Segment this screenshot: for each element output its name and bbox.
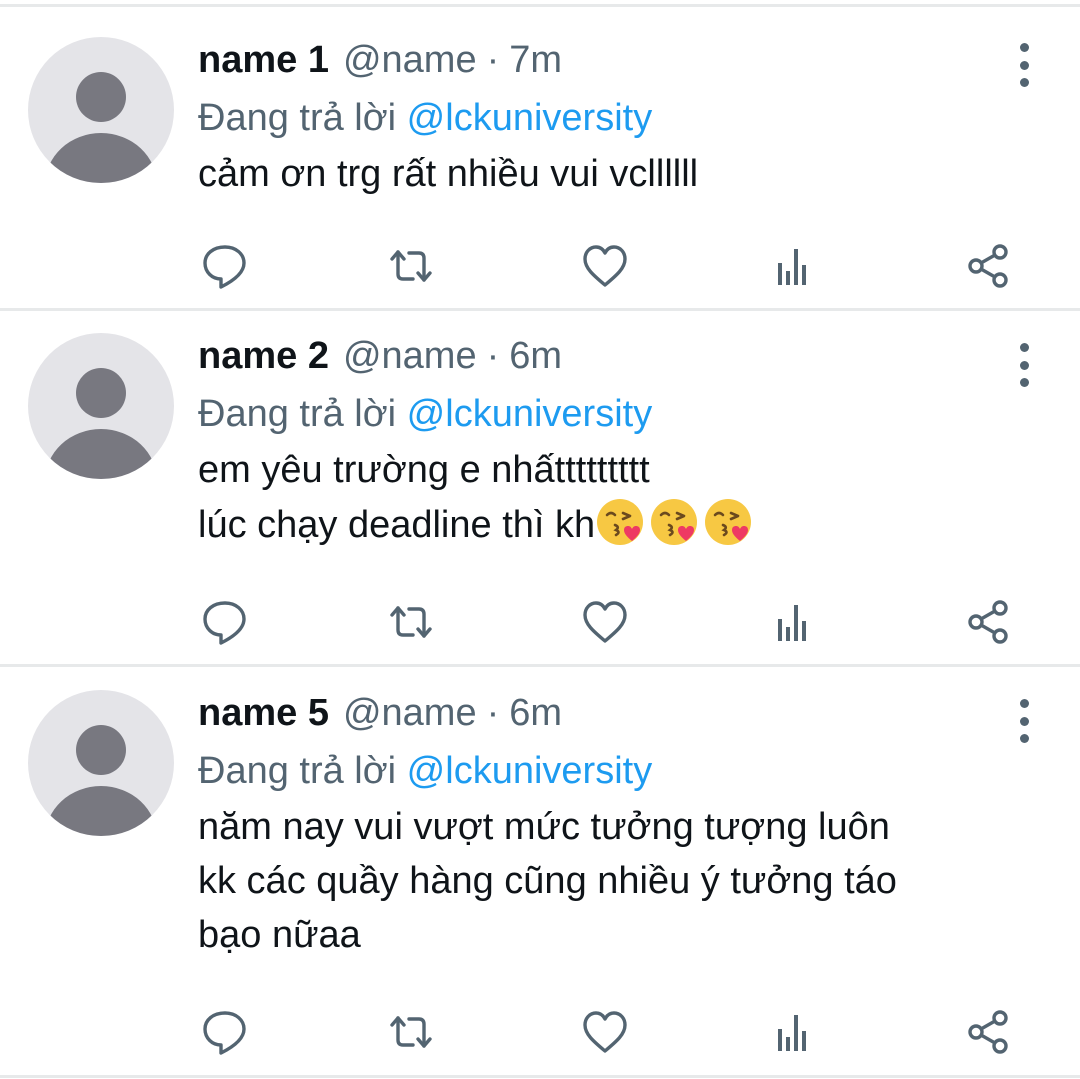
timestamp[interactable]: 6m bbox=[509, 335, 562, 378]
retweet-icon[interactable] bbox=[386, 597, 436, 647]
more-vertical-icon[interactable] bbox=[1012, 343, 1036, 387]
tweet-text-line: kk các quầy hàng cũng nhiều ý tưởng táo bbox=[198, 860, 897, 902]
avatar[interactable] bbox=[28, 37, 174, 183]
reply-tweet[interactable]: name 2 @name · 6m Đang trả lời @lckunive… bbox=[0, 311, 1080, 664]
analytics-icon[interactable] bbox=[770, 1007, 820, 1057]
replying-to: Đang trả lời @lckuniversity bbox=[198, 387, 1018, 441]
tweet-text-line: bạo nữaa bbox=[198, 914, 361, 956]
display-name[interactable]: name 5 bbox=[198, 692, 329, 735]
kiss-emoji-icon bbox=[705, 499, 752, 545]
avatar[interactable] bbox=[28, 333, 174, 479]
replying-label: Đang trả lời bbox=[198, 393, 397, 435]
action-bar bbox=[198, 597, 1028, 647]
mention-link[interactable]: @lckuniversity bbox=[407, 97, 653, 139]
mention-link[interactable]: @lckuniversity bbox=[407, 750, 653, 792]
timestamp[interactable]: 7m bbox=[509, 39, 562, 82]
retweet-icon[interactable] bbox=[386, 1007, 436, 1057]
heart-icon[interactable] bbox=[580, 241, 630, 291]
tweet-text-line: cảm ơn trg rất nhiều vui vcllllll bbox=[198, 153, 699, 195]
tweet-text: năm nay vui vượt mức tưởng tượng luôn kk… bbox=[198, 800, 1018, 962]
replying-to: Đang trả lời @lckuniversity bbox=[198, 744, 1018, 798]
replying-to: Đang trả lời @lckuniversity bbox=[198, 91, 1018, 145]
kiss-emoji-icon bbox=[651, 499, 698, 545]
timestamp[interactable]: 6m bbox=[509, 692, 562, 735]
tweet-text-line: em yêu trường e nhấttttttttt bbox=[198, 449, 650, 491]
reply-icon[interactable] bbox=[200, 597, 250, 647]
share-icon[interactable] bbox=[964, 241, 1014, 291]
tweet-text: cảm ơn trg rất nhiều vui vcllllll bbox=[198, 147, 1018, 201]
divider bbox=[0, 1075, 1080, 1078]
reply-feed: name 1 @name · 7m Đang trả lời @lckunive… bbox=[0, 0, 1080, 1079]
separator-dot: · bbox=[486, 39, 500, 81]
tweet-text-line: lúc chạy deadline thì kh bbox=[198, 497, 1018, 552]
reply-tweet[interactable]: name 5 @name · 6m Đang trả lời @lckunive… bbox=[0, 667, 1080, 1075]
tweet-header: name 1 @name · 7m bbox=[198, 39, 1018, 91]
reply-tweet[interactable]: name 1 @name · 7m Đang trả lời @lckunive… bbox=[0, 7, 1080, 308]
tweet-text-line: năm nay vui vượt mức tưởng tượng luôn bbox=[198, 806, 890, 848]
tweet-text: em yêu trường e nhấttttttttt lúc chạy de… bbox=[198, 443, 1018, 552]
display-name[interactable]: name 1 bbox=[198, 39, 329, 82]
avatar[interactable] bbox=[28, 690, 174, 836]
reply-icon[interactable] bbox=[200, 1007, 250, 1057]
user-handle[interactable]: @name bbox=[343, 335, 477, 378]
more-vertical-icon[interactable] bbox=[1012, 699, 1036, 743]
tweet-header: name 5 @name · 6m bbox=[198, 692, 1018, 744]
separator-dot: · bbox=[486, 335, 500, 377]
user-handle[interactable]: @name bbox=[343, 39, 477, 82]
kiss-emoji-icon bbox=[597, 499, 644, 545]
tweet-header: name 2 @name · 6m bbox=[198, 335, 1018, 387]
share-icon[interactable] bbox=[964, 1007, 1014, 1057]
analytics-icon[interactable] bbox=[770, 597, 820, 647]
more-vertical-icon[interactable] bbox=[1012, 43, 1036, 87]
mention-link[interactable]: @lckuniversity bbox=[407, 393, 653, 435]
display-name[interactable]: name 2 bbox=[198, 335, 329, 378]
action-bar bbox=[198, 241, 1028, 291]
analytics-icon[interactable] bbox=[770, 241, 820, 291]
separator-dot: · bbox=[486, 692, 500, 734]
tweet-text-fragment: lúc chạy deadline thì kh bbox=[198, 504, 596, 546]
heart-icon[interactable] bbox=[580, 597, 630, 647]
user-handle[interactable]: @name bbox=[343, 692, 477, 735]
retweet-icon[interactable] bbox=[386, 241, 436, 291]
heart-icon[interactable] bbox=[580, 1007, 630, 1057]
reply-icon[interactable] bbox=[200, 241, 250, 291]
replying-label: Đang trả lời bbox=[198, 750, 397, 792]
action-bar bbox=[198, 1007, 1028, 1057]
replying-label: Đang trả lời bbox=[198, 97, 397, 139]
share-icon[interactable] bbox=[964, 597, 1014, 647]
